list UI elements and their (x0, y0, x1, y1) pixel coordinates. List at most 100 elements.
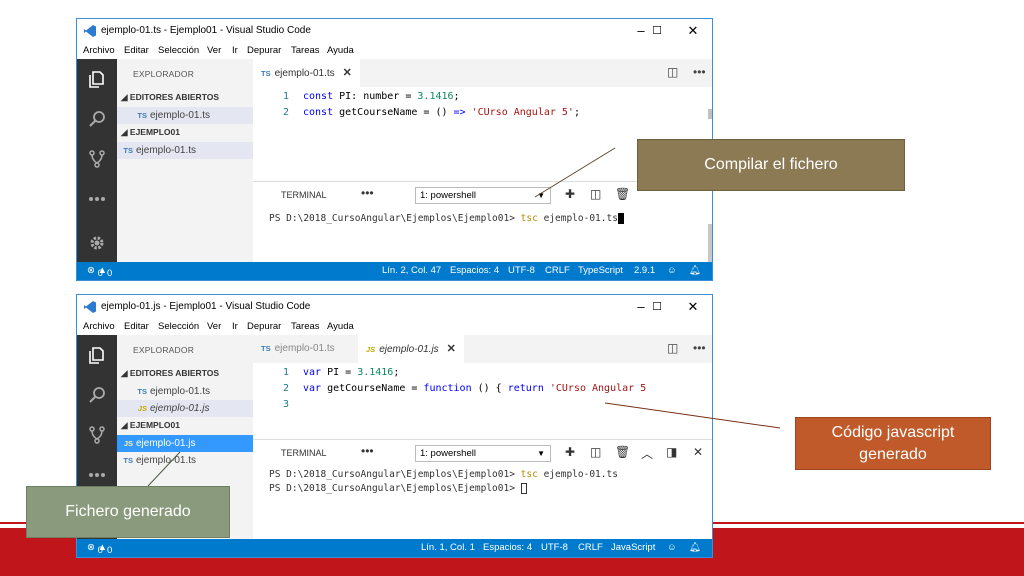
explorer-icon[interactable] (87, 69, 107, 89)
ts-version[interactable]: 2.9.1 (634, 265, 655, 276)
menu-seleccion[interactable]: Selección (158, 45, 199, 56)
code-line[interactable]: 2 var getCourseName = function () { retur… (253, 381, 646, 396)
close-icon[interactable]: ✕ (684, 22, 702, 40)
code-line[interactable]: 3 (253, 397, 303, 412)
terminal-scrollbar[interactable] (708, 224, 712, 264)
bell-icon[interactable]: 🔔︎ (689, 265, 701, 276)
language-mode[interactable]: TypeScript (578, 265, 623, 276)
menu-depurar[interactable]: Depurar (247, 45, 281, 56)
more-icon[interactable] (87, 189, 107, 209)
slide: ejemplo-01.ts - Ejemplo01 - Visual Studi… (0, 0, 1024, 576)
trash-icon[interactable]: 🗑 (615, 187, 630, 201)
menu-ayuda[interactable]: Ayuda (327, 321, 354, 332)
menu-ver[interactable]: Ver (207, 321, 221, 332)
more-icon[interactable] (87, 465, 107, 485)
menu-tareas[interactable]: Tareas (291, 321, 320, 332)
smiley-icon[interactable]: ☺ (667, 265, 677, 276)
close-panel-icon[interactable]: ✕ (693, 445, 703, 459)
code-line[interactable]: 2 const getCourseName = () => 'CUrso Angu… (253, 105, 580, 120)
terminal-cursor (617, 213, 624, 224)
folder-file-item[interactable]: TS ejemplo-01.ts (117, 142, 253, 159)
line-ending[interactable]: CRLF (578, 542, 603, 553)
close-tab-icon[interactable]: ✕ (343, 67, 352, 79)
terminal-output[interactable]: PS D:\2018_CursoAngular\Ejemplos\Ejemplo… (253, 469, 712, 519)
vscode-window-ts: ejemplo-01.ts - Ejemplo01 - Visual Studi… (76, 18, 713, 281)
explorer-icon[interactable] (87, 345, 107, 365)
indentation[interactable]: Espacios: 4 (450, 265, 499, 276)
language-mode[interactable]: JavaScript (611, 542, 655, 553)
folder-file-item[interactable]: JS ejemplo-01.js (117, 435, 253, 452)
more-icon[interactable]: ••• (361, 444, 374, 458)
code-line[interactable]: 1 const PI: number = 3.1416; (253, 89, 460, 104)
close-tab-icon[interactable]: ✕ (447, 343, 456, 355)
terminal-argument: ejemplo-01.ts (537, 469, 618, 480)
split-editor-icon[interactable]: ◫ (667, 65, 678, 79)
title-bar: ejemplo-01.js - Ejemplo01 - Visual Studi… (77, 295, 712, 319)
code-token: ; (573, 107, 580, 118)
tab-ejemplo-js[interactable]: JS ejemplo-01.js ✕ (358, 335, 464, 363)
open-editors-section[interactable]: ◢ EDITORES ABIERTOS (121, 92, 219, 103)
terminal-tab[interactable]: TERMINAL (281, 190, 327, 200)
source-control-icon[interactable] (87, 149, 107, 169)
terminal-select[interactable]: 1: powershell ▼ (415, 187, 551, 204)
source-control-icon[interactable] (87, 425, 107, 445)
menu-archivo[interactable]: Archivo (83, 45, 115, 56)
menu-archivo[interactable]: Archivo (83, 321, 115, 332)
code-line[interactable]: 1 var PI = 3.1416; (253, 365, 399, 380)
open-editor-item[interactable]: TS ejemplo-01.ts (117, 383, 253, 400)
plus-icon[interactable]: ✚ (565, 187, 575, 201)
split-terminal-icon[interactable]: ◫ (590, 445, 601, 459)
encoding[interactable]: UTF-8 (508, 265, 535, 276)
maximize-icon[interactable]: ☐ (648, 298, 666, 316)
bell-icon[interactable]: 🔔︎ (689, 542, 701, 553)
gear-icon[interactable] (87, 233, 107, 253)
ts-file-icon: TS (123, 456, 133, 465)
menu-ver[interactable]: Ver (207, 45, 221, 56)
encoding[interactable]: UTF-8 (541, 542, 568, 553)
menu-ayuda[interactable]: Ayuda (327, 45, 354, 56)
more-actions-icon[interactable]: ••• (693, 341, 706, 355)
menu-seleccion[interactable]: Selección (158, 321, 199, 332)
scrollbar[interactable] (708, 109, 712, 119)
plus-icon[interactable]: ✚ (565, 445, 575, 459)
split-terminal-icon[interactable]: ◫ (590, 187, 601, 201)
trash-icon[interactable]: 🗑 (615, 445, 630, 459)
chevron-up-icon[interactable]: ︿ (641, 445, 653, 462)
menu-editar[interactable]: Editar (124, 45, 149, 56)
cursor-position[interactable]: Lín. 2, Col. 47 (382, 265, 441, 276)
menu-ir[interactable]: Ir (232, 45, 238, 56)
open-editor-item[interactable]: JS ejemplo-01.js (117, 400, 253, 417)
folder-label: EJEMPLO01 (129, 127, 180, 137)
terminal-tab[interactable]: TERMINAL (281, 448, 327, 458)
terminal-select-value: 1: powershell (420, 448, 476, 459)
folder-section[interactable]: ◢ EJEMPLO01 (121, 127, 180, 138)
terminal-select[interactable]: 1: powershell ▼ (415, 445, 551, 462)
smiley-icon[interactable]: ☺ (667, 542, 677, 553)
line-ending[interactable]: CRLF (545, 265, 570, 276)
open-editor-item[interactable]: TS ejemplo-01.ts (117, 107, 253, 124)
terminal-prompt: PS D:\2018_CursoAngular\Ejemplos\Ejemplo… (269, 483, 521, 494)
maximize-icon[interactable]: ☐ (648, 22, 666, 40)
problems-status[interactable]: ⊗ 0 ▲ 0 (87, 265, 112, 279)
menu-depurar[interactable]: Depurar (247, 321, 281, 332)
tab-ejemplo-ts[interactable]: TS ejemplo-01.ts (253, 335, 343, 363)
problems-status[interactable]: ⊗ 0 ▲ 0 (87, 542, 112, 556)
menu-ir[interactable]: Ir (232, 321, 238, 332)
close-icon[interactable]: ✕ (684, 298, 702, 316)
search-icon[interactable] (87, 109, 107, 129)
open-editors-section[interactable]: ◢ EDITORES ABIERTOS (121, 368, 219, 379)
cursor-position[interactable]: Lín. 1, Col. 1 (421, 542, 475, 553)
ts-file-icon: TS (261, 344, 271, 353)
split-editor-icon[interactable]: ◫ (667, 341, 678, 355)
folder-file-item[interactable]: TS ejemplo-01.ts (117, 452, 253, 469)
menu-editar[interactable]: Editar (124, 321, 149, 332)
more-icon[interactable]: ••• (361, 186, 374, 200)
terminal-output[interactable]: PS D:\2018_CursoAngular\Ejemplos\Ejemplo… (253, 213, 712, 253)
folder-section[interactable]: ◢ EJEMPLO01 (121, 420, 180, 431)
search-icon[interactable] (87, 385, 107, 405)
more-actions-icon[interactable]: ••• (693, 65, 706, 79)
indentation[interactable]: Espacios: 4 (483, 542, 532, 553)
toggle-panel-icon[interactable]: ◨ (666, 445, 677, 459)
tab-ejemplo-ts[interactable]: TS ejemplo-01.ts ✕ (253, 59, 360, 87)
menu-tareas[interactable]: Tareas (291, 45, 320, 56)
